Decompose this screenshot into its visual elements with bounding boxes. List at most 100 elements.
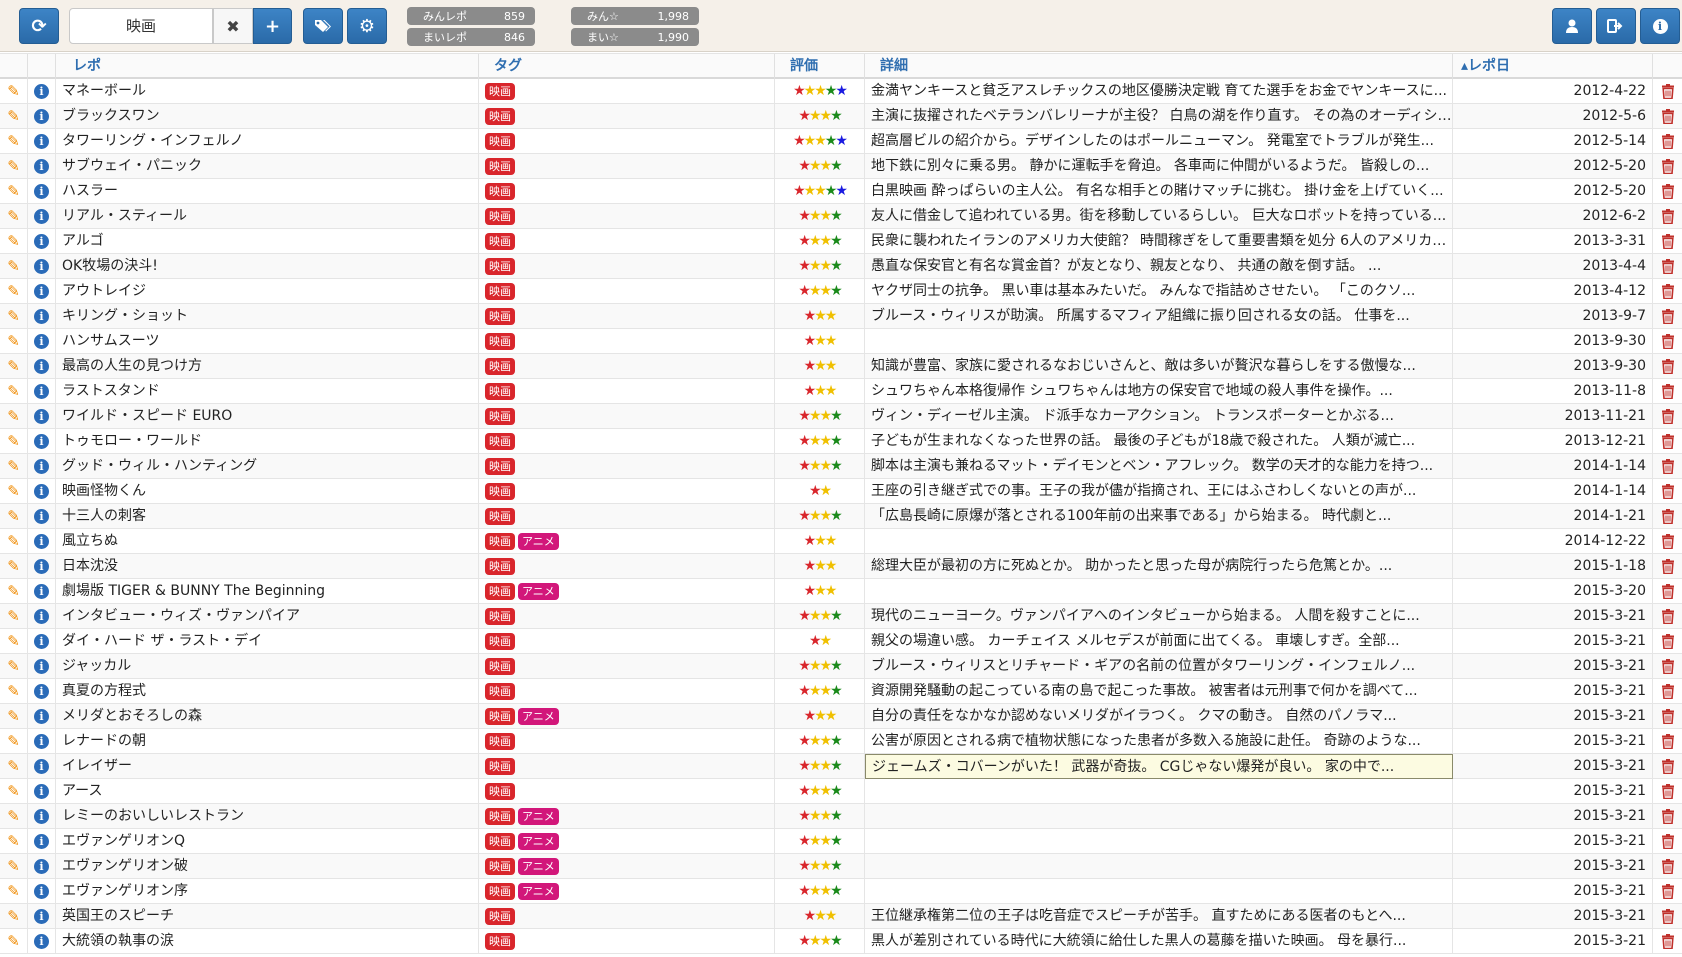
report-title[interactable]: メリダとおそろしの森 (56, 704, 479, 729)
table-row[interactable]: ✎ i ワイルド・スピード EURO 映画 ★★★★ ヴィン・ディーゼル主演。 ド派手なカ… (0, 404, 1682, 429)
edit-pencil-icon[interactable]: ✎ (0, 204, 28, 229)
delete-trash-icon[interactable] (1653, 429, 1682, 454)
report-detail[interactable] (865, 854, 1453, 879)
edit-pencil-icon[interactable]: ✎ (0, 279, 28, 304)
edit-pencil-icon[interactable]: ✎ (0, 579, 28, 604)
edit-pencil-icon[interactable]: ✎ (0, 454, 28, 479)
report-detail[interactable]: 親父の場違い感。 カーチェイス メルセデスが前面に出てくる。 車壊しすぎ。全部.… (865, 629, 1453, 654)
info-icon[interactable]: i (34, 509, 49, 524)
info-cell[interactable]: i (28, 754, 56, 779)
info-icon[interactable]: i (34, 784, 49, 799)
info-icon[interactable]: i (34, 559, 49, 574)
edit-pencil-icon[interactable]: ✎ (0, 179, 28, 204)
tag-badge[interactable]: 映画 (485, 558, 515, 575)
tag-badge[interactable]: アニメ (518, 833, 559, 850)
report-detail[interactable]: ヴィン・ディーゼル主演。 ド派手なカーアクション。 トランスポーターとかぶる..… (865, 404, 1453, 429)
tag-badge[interactable]: アニメ (518, 808, 559, 825)
search-input[interactable]: 映画 (69, 8, 213, 44)
delete-trash-icon[interactable] (1653, 479, 1682, 504)
info-icon[interactable]: i (34, 234, 49, 249)
table-row[interactable]: ✎ i ブラックスワン 映画 ★★★★ 主演に抜擢されたベテランバレリーナが主役？ 白鳥の… (0, 104, 1682, 129)
report-title[interactable]: 十三人の刺客 (56, 504, 479, 529)
table-row[interactable]: ✎ i イレイザー 映画 ★★★★ ジェームズ・コバーンがいた！ 武器が奇抜。 CGじゃな… (0, 754, 1682, 779)
user-button[interactable] (1552, 8, 1592, 44)
info-cell[interactable]: i (28, 329, 56, 354)
clear-search-button[interactable]: ✖ (213, 8, 253, 44)
table-row[interactable]: ✎ i アウトレイジ 映画 ★★★★ ヤクザ同士の抗争。 黒い車は基本みたいだ。 みんなで… (0, 279, 1682, 304)
info-cell[interactable]: i (28, 529, 56, 554)
edit-pencil-icon[interactable]: ✎ (0, 429, 28, 454)
info-icon[interactable]: i (34, 609, 49, 624)
info-cell[interactable]: i (28, 929, 56, 954)
report-detail[interactable]: 王位継承権第二位の王子は吃音症でスピーチが苦手。 直すためにある医者のもとへ..… (865, 904, 1453, 929)
table-row[interactable]: ✎ i 大統領の執事の涙 映画 ★★★★ 黒人が差別されている時代に大統領に給仕した黒人の… (0, 929, 1682, 954)
table-row[interactable]: ✎ i アルゴ 映画 ★★★★ 民衆に襲われたイランのアメリカ大使館？ 時間稼ぎをして重要… (0, 229, 1682, 254)
tag-badge[interactable]: 映画 (485, 233, 515, 250)
delete-trash-icon[interactable] (1653, 104, 1682, 129)
tag-badge[interactable]: 映画 (485, 683, 515, 700)
edit-pencil-icon[interactable]: ✎ (0, 529, 28, 554)
table-row[interactable]: ✎ i 劇場版 TIGER & BUNNY The Beginning 映画 アニメ ★★… (0, 579, 1682, 604)
table-row[interactable]: ✎ i 映画怪物くん 映画 ★★ 王座の引き継ぎ式での事。王子の我が儘が指摘され、王にはふ… (0, 479, 1682, 504)
edit-pencil-icon[interactable]: ✎ (0, 479, 28, 504)
delete-trash-icon[interactable] (1653, 154, 1682, 179)
info-cell[interactable]: i (28, 804, 56, 829)
report-title[interactable]: サブウェイ・パニック (56, 154, 479, 179)
report-detail[interactable]: ヤクザ同士の抗争。 黒い車は基本みたいだ。 みんなで指詰めさせたい。 「このクソ… (865, 279, 1453, 304)
table-row[interactable]: ✎ i エヴァンゲリオン序 映画 アニメ ★★★★ 2015-3-21 (0, 879, 1682, 904)
report-title[interactable]: ブラックスワン (56, 104, 479, 129)
info-cell[interactable]: i (28, 679, 56, 704)
delete-trash-icon[interactable] (1653, 754, 1682, 779)
info-icon[interactable]: i (34, 259, 49, 274)
report-title[interactable]: アウトレイジ (56, 279, 479, 304)
info-icon[interactable]: i (34, 134, 49, 149)
info-cell[interactable]: i (28, 779, 56, 804)
info-icon[interactable]: i (34, 834, 49, 849)
delete-trash-icon[interactable] (1653, 904, 1682, 929)
info-icon[interactable]: i (34, 209, 49, 224)
tag-badge[interactable]: 映画 (485, 833, 515, 850)
info-icon[interactable]: i (34, 109, 49, 124)
report-title[interactable]: アルゴ (56, 229, 479, 254)
report-detail[interactable]: シュワちゃん本格復帰作 シュワちゃんは地方の保安官で地域の殺人事件を操作。... (865, 379, 1453, 404)
report-title[interactable]: ハスラー (56, 179, 479, 204)
info-cell[interactable]: i (28, 904, 56, 929)
info-cell[interactable]: i (28, 179, 56, 204)
tag-badge[interactable]: 映画 (485, 758, 515, 775)
edit-pencil-icon[interactable]: ✎ (0, 554, 28, 579)
tag-badge[interactable]: 映画 (485, 933, 515, 950)
report-detail[interactable]: 知識が豊富、家族に愛されるなおじいさんと、敵は多いが贅沢な暮らしをする傲慢な..… (865, 354, 1453, 379)
tag-badge[interactable]: 映画 (485, 633, 515, 650)
tag-badge[interactable]: 映画 (485, 533, 515, 550)
tag-badge[interactable]: 映画 (485, 783, 515, 800)
delete-trash-icon[interactable] (1653, 554, 1682, 579)
delete-trash-icon[interactable] (1653, 354, 1682, 379)
delete-trash-icon[interactable] (1653, 579, 1682, 604)
report-title[interactable]: インタビュー・ウィズ・ヴァンパイア (56, 604, 479, 629)
tag-badge[interactable]: 映画 (485, 458, 515, 475)
tag-badge[interactable]: 映画 (485, 333, 515, 350)
table-row[interactable]: ✎ i ジャッカル 映画 ★★★★ ブルース・ウィリスとリチャード・ギアの名前の位置がタワ… (0, 654, 1682, 679)
tag-badge[interactable]: 映画 (485, 708, 515, 725)
info-icon[interactable]: i (34, 734, 49, 749)
delete-trash-icon[interactable] (1653, 404, 1682, 429)
report-title[interactable]: エヴァンゲリオン序 (56, 879, 479, 904)
report-title[interactable]: ラストスタンド (56, 379, 479, 404)
report-title[interactable]: イレイザー (56, 754, 479, 779)
report-title[interactable]: トゥモロー・ワールド (56, 429, 479, 454)
report-title[interactable]: エヴァンゲリオンQ (56, 829, 479, 854)
table-row[interactable]: ✎ i サブウェイ・パニック 映画 ★★★★ 地下鉄に別々に乗る男。 静かに運転手を脅迫。… (0, 154, 1682, 179)
info-cell[interactable]: i (28, 304, 56, 329)
table-row[interactable]: ✎ i ラストスタンド 映画 ★★★ シュワちゃん本格復帰作 シュワちゃんは地方の保安官で… (0, 379, 1682, 404)
report-detail[interactable]: 金満ヤンキースと貧乏アスレチックスの地区優勝決定戦 育てた選手をお金でヤンキース… (865, 79, 1453, 104)
table-row[interactable]: ✎ i OK牧場の決斗! 映画 ★★★★ 愚直な保安官と有名な賞金首？が友となり、親友とな… (0, 254, 1682, 279)
delete-trash-icon[interactable] (1653, 129, 1682, 154)
tag-badge[interactable]: アニメ (518, 533, 559, 550)
delete-trash-icon[interactable] (1653, 204, 1682, 229)
info-icon[interactable]: i (34, 859, 49, 874)
info-cell[interactable]: i (28, 604, 56, 629)
delete-trash-icon[interactable] (1653, 604, 1682, 629)
report-title[interactable]: ハンサムスーツ (56, 329, 479, 354)
info-cell[interactable]: i (28, 729, 56, 754)
report-detail[interactable]: 地下鉄に別々に乗る男。 静かに運転手を脅迫。 各車両に仲間がいるようだ。 皆殺し… (865, 154, 1453, 179)
